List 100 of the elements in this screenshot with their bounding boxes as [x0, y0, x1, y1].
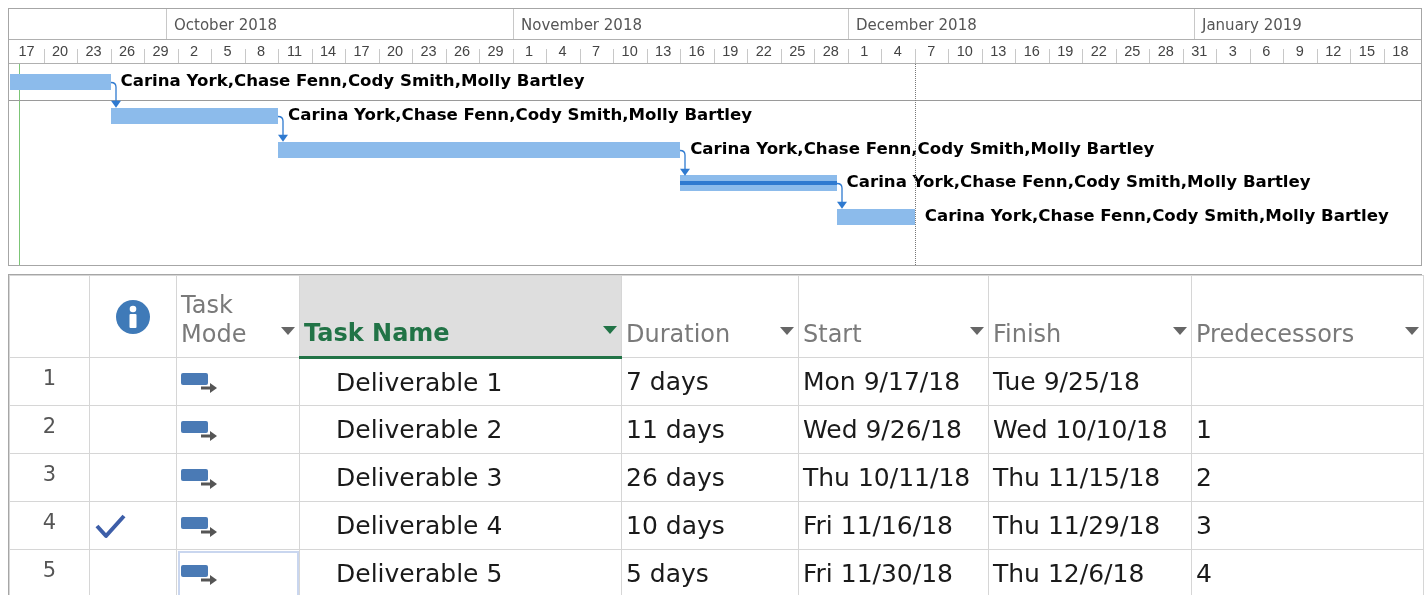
task-name: Deliverable 4 — [336, 511, 503, 540]
dropdown-arrow-icon — [281, 327, 295, 336]
timescale-day: 4 — [881, 41, 915, 63]
start-date: Mon 9/17/18 — [803, 367, 961, 396]
start-date: Fri 11/30/18 — [803, 559, 953, 588]
auto-schedule-icon — [181, 517, 219, 539]
timescale-day: 13 — [646, 41, 680, 63]
task-mode-cell[interactable] — [176, 453, 300, 502]
timescale-day: 16 — [1015, 41, 1049, 63]
timescale-day: 13 — [981, 41, 1015, 63]
column-header[interactable]: Predecessors — [1191, 275, 1424, 358]
timescale-day: 31 — [1182, 41, 1216, 63]
timescale-day: 29 — [479, 41, 513, 63]
dropdown-arrow-icon — [780, 327, 794, 336]
timescale-day: 17 — [345, 41, 379, 63]
resource-label: Carina York,Chase Fenn,Cody Smith,Molly Bartley — [846, 172, 1311, 193]
finish-date: Thu 11/29/18 — [993, 511, 1161, 540]
task-mode-cell[interactable] — [176, 357, 300, 406]
predecessor: 4 — [1196, 559, 1212, 588]
timescale-day: 25 — [780, 41, 814, 63]
row-number: 2 — [9, 405, 90, 454]
resource-label: Carina York,Chase Fenn,Cody Smith,Molly Bartley — [288, 104, 753, 125]
timescale-day: 3 — [1216, 41, 1250, 63]
task-name: Deliverable 3 — [336, 463, 503, 492]
duration: 11 days — [626, 415, 725, 444]
timescale-day: 25 — [1115, 41, 1149, 63]
timescale-day: 5 — [211, 41, 245, 63]
timescale-day: 2 — [177, 41, 211, 63]
info-icon — [116, 299, 150, 334]
duration: 7 days — [626, 367, 709, 396]
task-name: Deliverable 2 — [336, 415, 503, 444]
finish-date: Tue 9/25/18 — [993, 367, 1141, 396]
timescale-day: 7 — [579, 41, 613, 63]
timescale-day: 8 — [244, 41, 278, 63]
timescale-day: 22 — [1082, 41, 1116, 63]
column-header[interactable]: Start — [798, 275, 989, 358]
timescale-day: 1 — [847, 41, 881, 63]
timescale-day: 20 — [378, 41, 412, 63]
column-header[interactable]: Finish — [988, 275, 1192, 358]
dropdown-arrow-icon — [1173, 327, 1187, 336]
task-name: Deliverable 5 — [336, 559, 503, 588]
timescale-day: 10 — [613, 41, 647, 63]
timescale-month: December 2018 — [856, 15, 977, 36]
finish-date: Thu 11/15/18 — [993, 463, 1161, 492]
auto-schedule-icon — [181, 565, 219, 587]
timescale-day: 4 — [546, 41, 580, 63]
timescale-day: 23 — [77, 41, 110, 63]
timescale-day: 22 — [747, 41, 781, 63]
row-number: 1 — [9, 357, 90, 406]
timescale-day: 1 — [512, 41, 546, 63]
timescale-day: 18 — [1383, 41, 1417, 63]
timescale-day: 16 — [680, 41, 714, 63]
timescale-day: 12 — [1316, 41, 1350, 63]
timescale-month: October 2018 — [174, 15, 277, 36]
resource-label: Carina York,Chase Fenn,Cody Smith,Molly Bartley — [690, 138, 1155, 159]
dependency-arrow — [835, 183, 848, 210]
timescale-day: 29 — [144, 41, 178, 63]
duration: 26 days — [626, 463, 725, 492]
timescale-day: 28 — [814, 41, 848, 63]
timescale-month: November 2018 — [521, 15, 642, 36]
timescale-day: 14 — [311, 41, 345, 63]
timescale-day: 26 — [445, 41, 479, 63]
column-header[interactable]: Task Name — [299, 275, 622, 358]
resource-label: Carina York,Chase Fenn,Cody Smith,Molly Bartley — [120, 71, 585, 91]
task-mode-cell[interactable] — [176, 549, 300, 595]
timescale-day: 7 — [914, 41, 948, 63]
auto-schedule-icon — [181, 469, 219, 491]
timescale-day: 28 — [1149, 41, 1183, 63]
timescale-day: 19 — [1048, 41, 1082, 63]
timescale-day: 11 — [278, 41, 312, 63]
row-number: 5 — [9, 549, 90, 595]
task-mode-cell[interactable] — [176, 501, 300, 550]
column-header[interactable]: Task Mode — [176, 275, 300, 358]
timescale-month: January 2019 — [1202, 15, 1302, 36]
dropdown-arrow-icon — [970, 327, 984, 336]
timescale-day: 9 — [1283, 41, 1317, 63]
predecessor: 2 — [1196, 463, 1212, 492]
finish-date: Wed 10/10/18 — [993, 415, 1168, 444]
predecessor: 3 — [1196, 511, 1212, 540]
timescale-day: 17 — [10, 41, 43, 63]
dependency-arrow — [679, 149, 692, 176]
finish-date: Thu 12/6/18 — [993, 559, 1145, 588]
task-bar[interactable] — [680, 175, 837, 192]
start-date: Fri 11/16/18 — [803, 511, 953, 540]
row-number: 3 — [9, 453, 90, 502]
timescale-day: 26 — [110, 41, 144, 63]
dropdown-arrow-icon — [603, 326, 617, 335]
task-mode-cell[interactable] — [176, 405, 300, 454]
column-header[interactable]: Duration — [621, 275, 799, 358]
duration: 10 days — [626, 511, 725, 540]
dependency-arrow — [109, 82, 122, 108]
duration: 5 days — [626, 559, 709, 588]
dropdown-arrow-icon — [1405, 327, 1419, 336]
row-number: 4 — [9, 501, 90, 550]
dependency-arrow — [277, 115, 290, 142]
start-date: Thu 10/11/18 — [803, 463, 971, 492]
resource-label: Carina York,Chase Fenn,Cody Smith,Molly Bartley — [924, 206, 1389, 227]
timescale-day: 10 — [948, 41, 982, 63]
timescale-day: 6 — [1249, 41, 1283, 63]
auto-schedule-icon — [181, 373, 219, 395]
